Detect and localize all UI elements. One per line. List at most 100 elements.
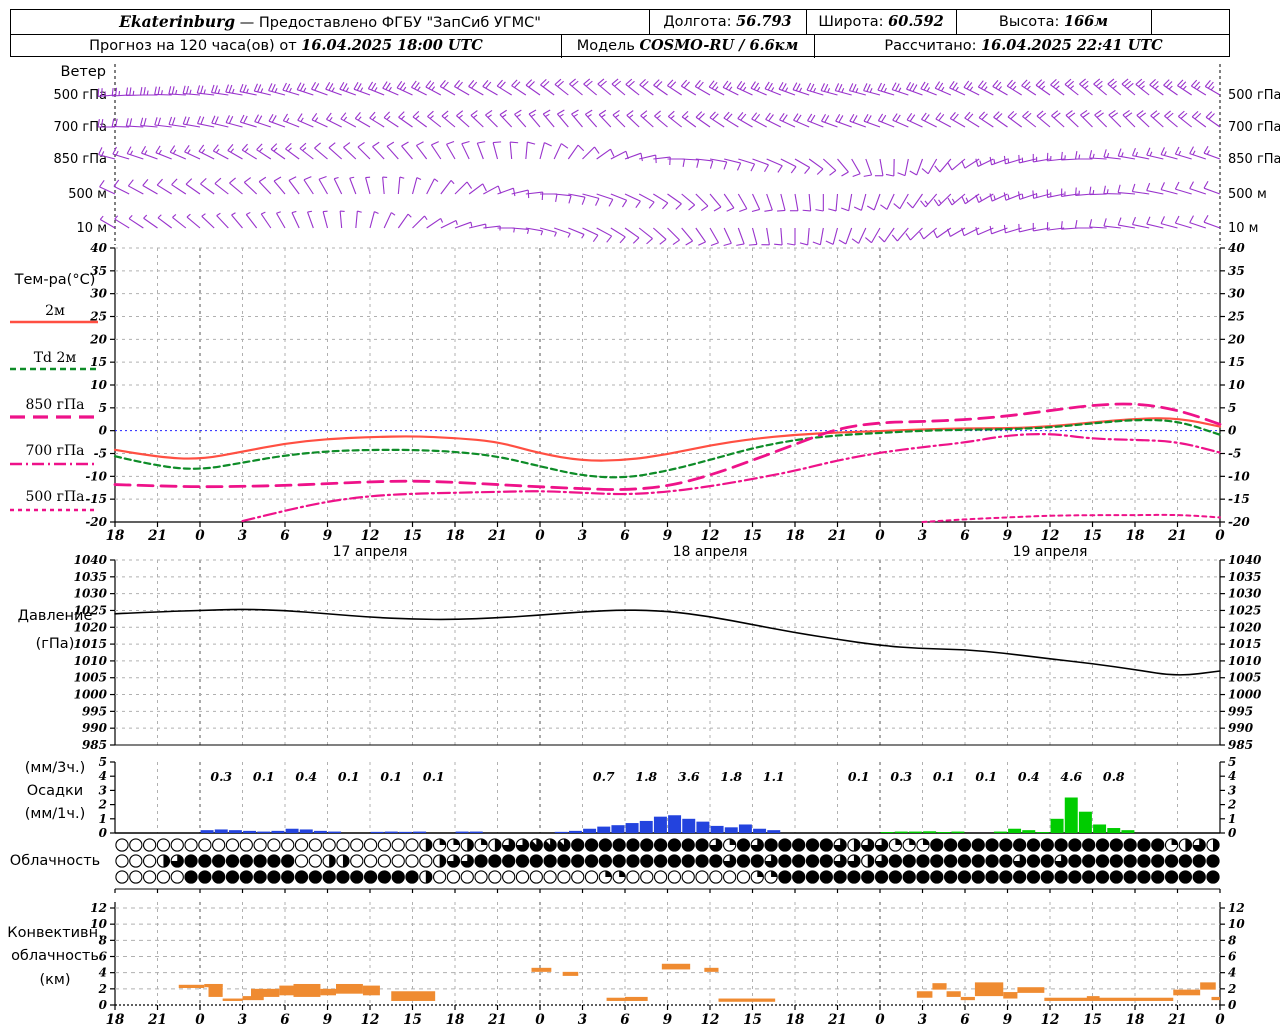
- wind-barb-feather: [1036, 110, 1044, 117]
- cloud-cover-symbol: [198, 870, 212, 884]
- precip-bar: [653, 816, 667, 833]
- wind-barb-feather: [357, 210, 362, 213]
- wind-barb-feather: [1092, 189, 1095, 195]
- wind-barb-feather: [386, 141, 395, 147]
- wind-barb: [1149, 84, 1164, 96]
- axis-tick-label: 6: [99, 950, 108, 964]
- cloud-cover-symbol: [281, 870, 295, 884]
- wind-barb-feather: [581, 234, 585, 239]
- wind-barb-feather: [1112, 85, 1117, 89]
- wind-barb-feather: [231, 88, 235, 94]
- wind-barb-feather: [514, 81, 521, 88]
- wind-barb: [441, 115, 456, 128]
- wind-barb-feather: [487, 114, 492, 118]
- wind-barb-feather: [1189, 181, 1194, 189]
- wind-barb: [723, 193, 735, 209]
- wind-barb-feather: [1149, 151, 1153, 157]
- wind-barb-feather: [200, 116, 205, 125]
- wind-barb-feather: [402, 86, 407, 92]
- wind-barb: [383, 117, 399, 128]
- wind-barb: [835, 120, 852, 128]
- wind-barb-feather: [1075, 187, 1077, 196]
- wind-barb-feather: [141, 145, 147, 154]
- axis-tick-label: 0: [1228, 424, 1237, 438]
- time-label: 21: [487, 528, 507, 544]
- cloud-cover-fill: [342, 854, 350, 868]
- wind-barb: [1146, 223, 1164, 229]
- wind-barb: [1136, 114, 1150, 128]
- cloud-cover-symbol: [612, 854, 626, 868]
- time-label-bottom: 21: [147, 1012, 167, 1024]
- wind-barb: [1135, 84, 1150, 96]
- cloud-cover-symbol: [971, 870, 985, 884]
- wind-barb-feather: [739, 208, 748, 212]
- axis-tick-label: 1: [1228, 812, 1236, 826]
- cloud-cover-symbol: [612, 838, 626, 852]
- cloud-cover-fill: [453, 838, 460, 845]
- wind-barb-feather: [799, 242, 808, 246]
- cloud-cover-symbol: [308, 870, 322, 884]
- wind-barb: [201, 215, 215, 229]
- cloud-cover-symbol: [874, 870, 889, 884]
- wind-barb: [597, 83, 612, 96]
- wind-barb-feather: [934, 81, 941, 89]
- convective-cloud-block: [1017, 987, 1045, 993]
- wind-barb-feather: [682, 158, 686, 167]
- wind-barb-feather: [125, 87, 129, 96]
- wind-barb-feather: [977, 80, 984, 88]
- wind-barb-feather: [343, 116, 348, 121]
- wind-barb: [1160, 189, 1178, 195]
- precip-bar: [257, 831, 271, 833]
- cloud-cover-symbol: [626, 854, 640, 868]
- wind-barb: [779, 119, 796, 128]
- wind-barb-feather: [485, 81, 492, 89]
- wind-barb: [596, 148, 611, 160]
- wind-barb-feather: [823, 83, 829, 92]
- wind-barb-feather: [1210, 86, 1215, 91]
- wind-barb-feather: [1149, 78, 1156, 86]
- wind-barb-feather: [1207, 81, 1214, 89]
- precip-bar: [200, 830, 214, 833]
- axis-tick-label: 20: [89, 332, 107, 346]
- wind-barb-feather: [883, 87, 887, 93]
- wind-barb-feather: [1055, 85, 1060, 90]
- precip-bar: [554, 831, 568, 833]
- axis-tick-label: 35: [90, 264, 107, 278]
- convective-cloud-block: [391, 991, 436, 1001]
- cloud-cover-fill: [425, 870, 432, 884]
- wind-barb: [514, 113, 527, 128]
- wind-barb-feather: [952, 82, 958, 90]
- cloud-cover-symbol: [543, 870, 557, 884]
- wind-barb-feather: [726, 113, 733, 121]
- wind-barb-feather: [947, 228, 951, 237]
- axis-tick-label: 1005: [1228, 671, 1261, 685]
- wind-barb-feather: [642, 80, 649, 88]
- cloud-cover-symbol: [1151, 838, 1165, 852]
- wind-barb-feather: [949, 112, 956, 119]
- wind-barb: [780, 193, 786, 211]
- wind-barb-feather: [171, 86, 175, 95]
- wind-barb-feather: [1064, 78, 1072, 85]
- cloud-cover-symbol: [294, 838, 309, 852]
- wind-barb-feather: [895, 114, 901, 122]
- wind-barb: [695, 227, 707, 243]
- wind-barb: [752, 158, 769, 166]
- wind-barb: [401, 145, 413, 160]
- time-label: 15: [743, 528, 762, 544]
- wind-barb-feather: [1174, 215, 1180, 224]
- wind-barb-feather: [995, 81, 1002, 89]
- cloud-cover-fill: [922, 838, 930, 845]
- cloud-cover-symbol: [584, 854, 599, 868]
- convective-cloud-block: [1003, 992, 1018, 999]
- wind-barb-feather: [790, 166, 797, 174]
- wind-barb-feather: [216, 212, 221, 217]
- cloud-cover-symbol: [902, 870, 916, 884]
- wind-barb-feather: [328, 142, 336, 149]
- wind-barb-feather: [1174, 181, 1180, 190]
- cloud-cover-symbol: [916, 870, 930, 884]
- wind-barb-feather: [349, 176, 355, 179]
- cloud-cover-fill: [439, 838, 446, 845]
- time-label: 18: [1126, 528, 1145, 544]
- wind-barb: [231, 214, 243, 229]
- wind-barb-feather: [99, 179, 105, 188]
